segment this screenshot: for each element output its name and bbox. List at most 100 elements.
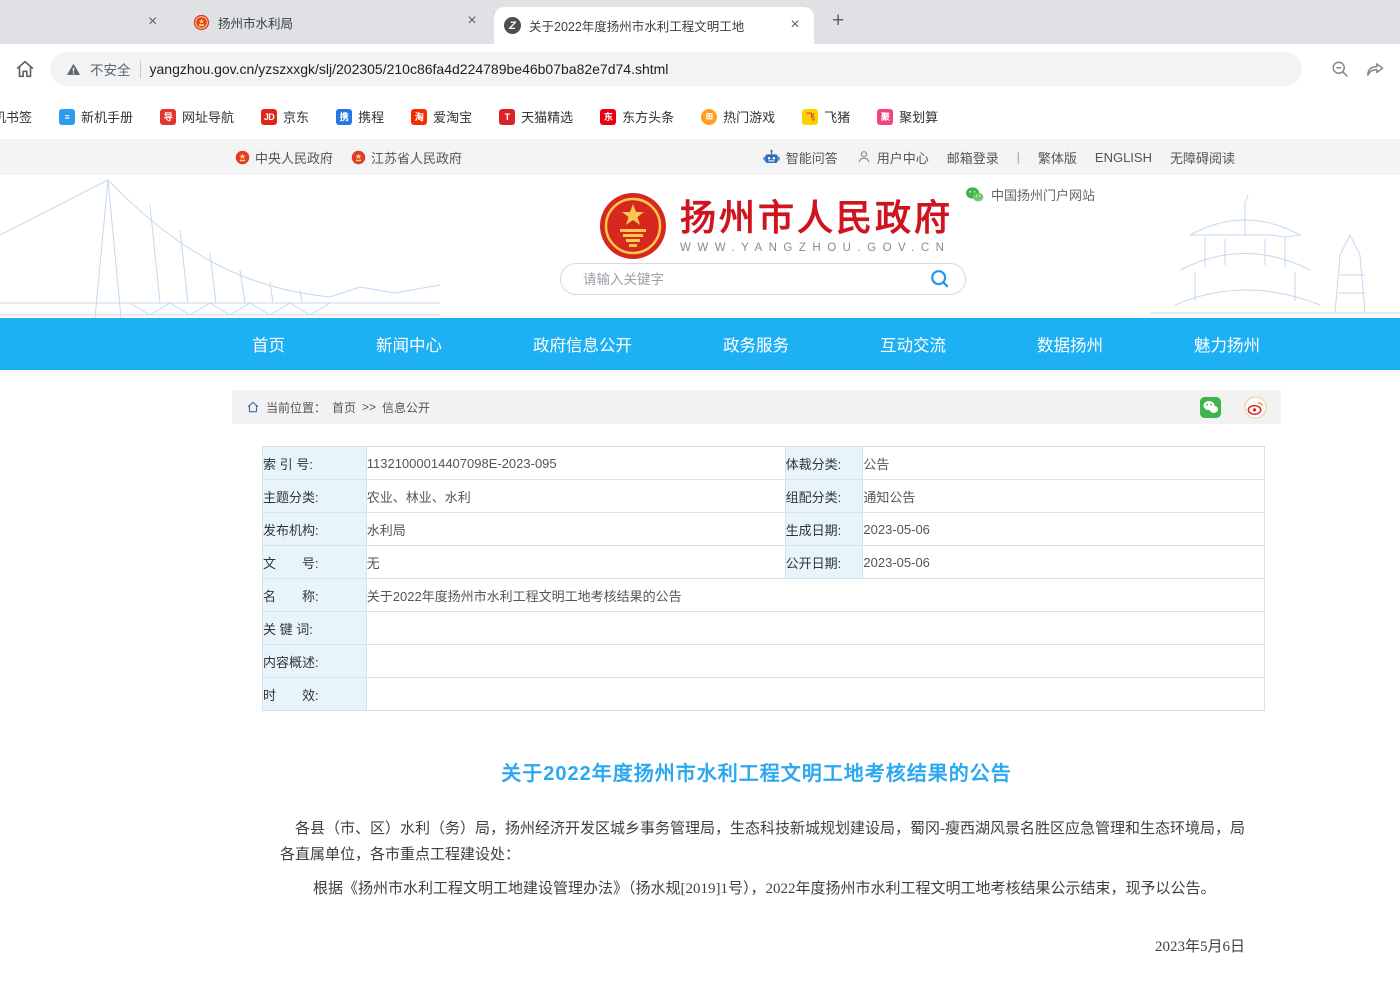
wechat-share-icon[interactable] xyxy=(1199,396,1222,419)
meta-label: 组配分类: xyxy=(785,480,863,513)
breadcrumb-current: 信息公开 xyxy=(382,399,430,416)
browser-window: × 扬州市水利局 × Z 关于2022年度扬州市水利工程文明工地 × + 不安全… xyxy=(0,0,1400,997)
bookmark-label: 热门游戏 xyxy=(723,107,775,126)
article-date: 2023年5月6日 xyxy=(280,934,1245,960)
content-container: 当前位置： 首页 >> 信息公开 xyxy=(232,390,1281,997)
table-row: 索 引 号: 11321000014407098E-2023-095 体裁分类:… xyxy=(263,447,1265,480)
meta-label: 主题分类: xyxy=(263,480,367,513)
table-row: 发布机构: 水利局 生成日期: 2023-05-06 xyxy=(263,513,1265,546)
link-accessibility[interactable]: 无障碍阅读 xyxy=(1170,148,1235,167)
home-icon xyxy=(246,400,260,414)
url-text[interactable]: yangzhou.gov.cn/yzszxxgk/slj/202305/210c… xyxy=(150,61,669,77)
nav-services[interactable]: 政务服务 xyxy=(723,332,789,356)
tab-title: 扬州市水利局 xyxy=(218,13,455,32)
search-input[interactable] xyxy=(561,272,929,287)
table-row: 名 称: 关于2022年度扬州市水利工程文明工地考核结果的公告 xyxy=(263,579,1265,612)
meta-value: 2023-05-06 xyxy=(863,546,1265,579)
meta-value: 通知公告 xyxy=(863,480,1265,513)
security-label: 不安全 xyxy=(90,59,131,79)
site-logo[interactable]: 扬州市人民政府 WWW.YANGZHOU.GOV.CN xyxy=(598,191,953,261)
close-icon[interactable]: × xyxy=(148,13,157,31)
nav-charm[interactable]: 魅力扬州 xyxy=(1194,332,1260,356)
link-traditional-version[interactable]: 繁体版 xyxy=(1038,148,1077,167)
juhuasuan-icon: 聚 xyxy=(877,109,893,125)
gov-emblem-favicon xyxy=(193,14,210,31)
article-paragraph: 各县（市、区）水利（务）局，扬州经济开发区城乡事务管理局，生态科技新城规划建设局… xyxy=(280,816,1245,868)
bookmark-item[interactable]: 携 携程 xyxy=(329,107,391,126)
meta-value: 关于2022年度扬州市水利工程文明工地考核结果的公告 xyxy=(366,579,1264,612)
bookmark-item[interactable]: ≡ 新机手册 xyxy=(52,107,140,126)
meta-label: 公开日期: xyxy=(785,546,863,579)
share-icon[interactable] xyxy=(1365,59,1386,80)
search-icon[interactable] xyxy=(929,268,951,290)
breadcrumb-label: 当前位置： xyxy=(266,399,326,416)
link-english-version[interactable]: ENGLISH xyxy=(1095,150,1152,165)
tab-active-document[interactable]: Z 关于2022年度扬州市水利工程文明工地 × xyxy=(494,7,814,44)
close-icon[interactable]: × xyxy=(463,13,481,31)
divider: | xyxy=(1017,150,1020,164)
nav-info-disclosure[interactable]: 政府信息公开 xyxy=(533,332,632,356)
bookmark-label: 京东 xyxy=(283,107,309,126)
breadcrumb-sep: >> xyxy=(362,400,376,414)
breadcrumb: 当前位置： 首页 >> 信息公开 xyxy=(232,390,1281,424)
taobao-icon: 淘 xyxy=(411,109,427,125)
bookmark-label: 飞猪 xyxy=(824,107,850,126)
bookmark-item[interactable]: 飞 飞猪 xyxy=(795,107,857,126)
manual-icon: ≡ xyxy=(59,109,75,125)
bookmark-item[interactable]: 淘 爱淘宝 xyxy=(404,107,479,126)
toutiao-icon: 东 xyxy=(600,109,616,125)
meta-value: 农业、林业、水利 xyxy=(366,480,785,513)
link-label: 繁体版 xyxy=(1038,148,1077,167)
bookmark-item[interactable]: 东 东方头条 xyxy=(593,107,681,126)
link-mail-login[interactable]: 邮箱登录 xyxy=(947,148,999,167)
close-icon[interactable]: × xyxy=(786,17,804,35)
home-icon[interactable] xyxy=(14,58,36,80)
bookmark-item[interactable]: 导 网址导航 xyxy=(153,107,241,126)
breadcrumb-home-link[interactable]: 首页 xyxy=(332,399,356,416)
not-secure-icon xyxy=(66,62,81,77)
pavilion-line-art xyxy=(1150,175,1400,318)
new-tab-button[interactable]: + xyxy=(832,9,844,33)
link-label: 用户中心 xyxy=(877,148,929,167)
zoom-out-icon[interactable] xyxy=(1330,59,1351,80)
meta-value: 2023-05-06 xyxy=(863,513,1265,546)
bookmark-item[interactable]: ⊞ 热门游戏 xyxy=(694,107,782,126)
bookmark-label: 机书签 xyxy=(0,107,32,126)
link-central-gov[interactable]: 中央人民政府 xyxy=(235,148,333,167)
nav-home[interactable]: 首页 xyxy=(252,332,285,356)
bookmark-item[interactable]: JD 京东 xyxy=(254,107,316,126)
meta-value xyxy=(366,678,1264,711)
nav-data[interactable]: 数据扬州 xyxy=(1037,332,1103,356)
meta-value xyxy=(366,645,1264,678)
weibo-share-icon[interactable] xyxy=(1244,396,1267,419)
portal-link[interactable]: 中国扬州门户网站 xyxy=(965,185,1095,204)
link-user-center[interactable]: 用户中心 xyxy=(856,148,929,167)
link-label: 中央人民政府 xyxy=(255,148,333,167)
address-bar[interactable]: 不安全 yangzhou.gov.cn/yzszxxgk/slj/202305/… xyxy=(50,52,1302,86)
tab-bar: × 扬州市水利局 × Z 关于2022年度扬州市水利工程文明工地 × + xyxy=(0,0,1400,44)
main-nav: 首页 新闻中心 政府信息公开 政务服务 互动交流 数据扬州 魅力扬州 xyxy=(0,318,1400,370)
nav-interaction[interactable]: 互动交流 xyxy=(880,332,946,356)
bookmark-item[interactable]: 聚 聚划算 xyxy=(870,107,945,126)
tmall-icon: T xyxy=(499,109,515,125)
meta-label: 名 称: xyxy=(263,579,367,612)
portal-label: 中国扬州门户网站 xyxy=(991,185,1095,204)
address-divider xyxy=(140,61,141,78)
link-smart-qa[interactable]: 智能问答 xyxy=(762,148,838,167)
site-name: 扬州市人民政府 xyxy=(680,198,953,238)
bookmark-item[interactable]: T 天猫精选 xyxy=(492,107,580,126)
bookmark-item[interactable]: 机书签 xyxy=(0,107,39,126)
site-url-text: WWW.YANGZHOU.GOV.CN xyxy=(680,242,953,254)
nav-news[interactable]: 新闻中心 xyxy=(376,332,442,356)
bookmarks-bar: 机书签 ≡ 新机手册 导 网址导航 JD 京东 携 携程 淘 爱淘宝 T 天猫精… xyxy=(0,94,1400,139)
bookmark-label: 聚划算 xyxy=(899,107,938,126)
link-label: 智能问答 xyxy=(786,148,838,167)
article-body: 各县（市、区）水利（务）局，扬州经济开发区城乡事务管理局，生态科技新城规划建设局… xyxy=(232,816,1281,997)
link-label: 江苏省人民政府 xyxy=(371,148,462,167)
bookmark-label: 东方头条 xyxy=(622,107,674,126)
gov-emblem-icon xyxy=(351,150,366,165)
meta-value: 11321000014407098E-2023-095 xyxy=(366,447,785,480)
tab-water-bureau[interactable]: 扬州市水利局 × xyxy=(183,0,491,44)
link-jiangsu-gov[interactable]: 江苏省人民政府 xyxy=(351,148,462,167)
link-label: ENGLISH xyxy=(1095,150,1152,165)
